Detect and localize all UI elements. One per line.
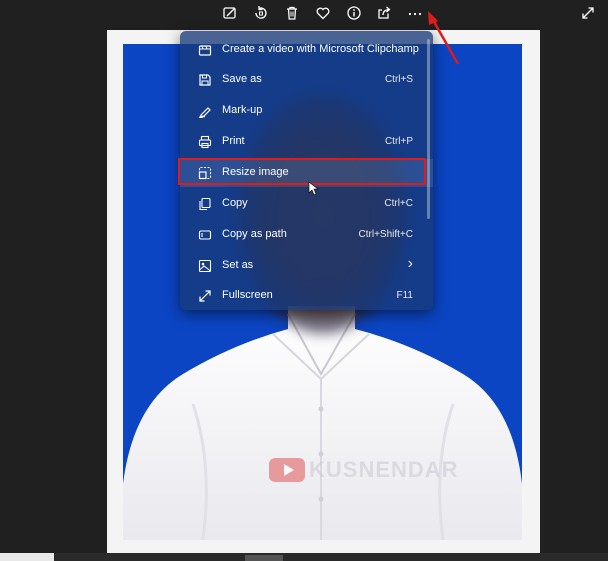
rotate-button[interactable] [250,2,272,24]
menu-item-label: Fullscreen [222,289,273,301]
menu-item-label: Copy as path [222,228,287,240]
menu-item-clipchamp[interactable]: Create a video with Microsoft Clipchamp [180,36,433,64]
highlight-box [178,158,426,185]
menu-item-shortcut: Ctrl+C [384,198,413,209]
share-button[interactable] [373,2,395,24]
markup-pen-icon [198,107,211,118]
menu-item-label: Print [222,135,245,147]
favorite-heart-icon [316,7,330,20]
fullscreen-icon [199,290,211,302]
menu-item-mark-up[interactable]: Mark-up [180,97,433,125]
menu-item-label: Copy [222,197,248,209]
menu-item-label: Mark-up [222,104,263,116]
info-icon [347,6,361,20]
photo-toolbar [0,0,608,26]
menu-item-fullscreen[interactable]: Fullscreen F11 [180,282,433,310]
menu-item-save-as[interactable]: Save as Ctrl+S [180,66,433,94]
menu-item-label: Set as [222,259,254,271]
info-button[interactable] [343,2,365,24]
submenu-chevron-icon: › [407,255,413,272]
menu-item-shortcut: Ctrl+S [384,74,413,85]
menu-item-shortcut: Ctrl+Shift+C [358,229,413,240]
expand-icon [582,7,594,19]
watermark-text: KUSNENDAR [309,457,459,482]
bottom-filmstrip [0,553,608,561]
set-as-icon [198,259,212,273]
favorite-button[interactable] [312,2,334,24]
menu-item-copy-as-path[interactable]: Copy as path Ctrl+Shift+C [180,221,433,249]
delete-button[interactable] [281,2,303,24]
menu-item-copy[interactable]: Copy Ctrl+C [180,190,433,218]
printer-icon [198,135,212,149]
menu-item-print[interactable]: Print Ctrl+P [180,128,433,156]
menu-item-label: Save as [222,73,262,85]
menu-item-set-as[interactable]: Set as › [180,252,433,280]
watermark: KUSNENDAR [269,457,459,483]
more-options-icon [408,12,422,16]
more-options-button[interactable] [404,2,426,24]
share-icon [378,6,391,19]
menu-scrollbar[interactable] [427,39,430,219]
rotate-icon [255,6,267,19]
copy-icon [199,197,211,211]
filmstrip-scroll[interactable] [245,555,283,561]
delete-icon [287,6,297,20]
watermark-play-icon [269,458,305,482]
filmstrip-thumbnail[interactable] [0,553,54,561]
clipchamp-icon [198,45,212,56]
menu-item-label: Create a video with Microsoft Clipchamp [222,43,419,55]
save-icon [199,74,211,86]
expand-button[interactable] [577,2,599,24]
edit-image-icon [223,7,236,19]
menu-item-shortcut: Ctrl+P [384,136,413,147]
edit-image-button[interactable] [219,2,241,24]
copy-path-icon [198,230,212,240]
menu-item-shortcut: F11 [396,290,414,301]
